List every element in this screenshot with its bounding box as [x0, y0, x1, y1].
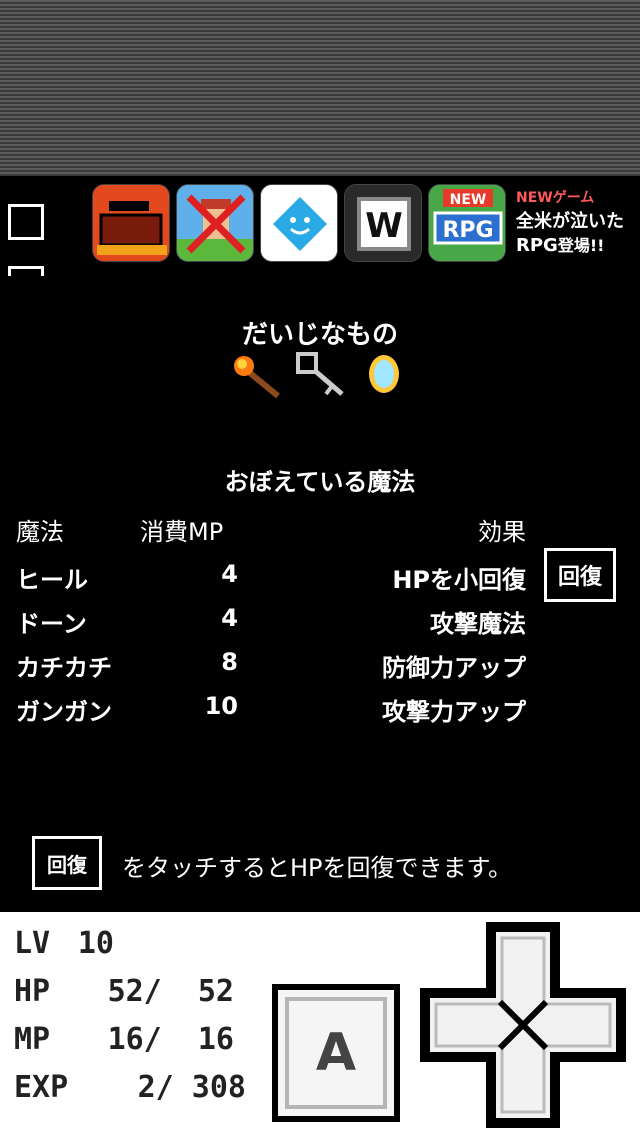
promo-new-label: NEWゲーム [516, 190, 595, 206]
spell-row-mp: 8 [221, 648, 238, 676]
svg-text:NEW: NEW [450, 192, 487, 208]
a-button[interactable]: A [272, 984, 400, 1122]
svg-text:W: W [365, 206, 403, 246]
control-panel: LV 10 HP 52/ 52 MP 16/ 16 EXP 2/ 308 A [0, 912, 640, 1136]
crossed-hero-icon[interactable] [176, 184, 254, 262]
smile-diamond-icon[interactable] [260, 184, 338, 262]
spell-row-name: ヒール [16, 566, 88, 594]
spell-row-effect: 攻撃魔法 [430, 610, 526, 638]
torch-icon [234, 356, 280, 399]
key-items-title: だいじなもの [241, 320, 398, 350]
promo-rpg: RPG [516, 235, 558, 256]
dpad-right[interactable] [550, 998, 616, 1052]
spell-row-name: ガンガン [16, 698, 112, 726]
stat-mp-value: 16/ 16 [107, 1022, 234, 1057]
promo-tagline: 全米が泣いた [516, 211, 624, 232]
spell-row-name: ドーン [16, 610, 87, 638]
spell-header-effect: 効果 [478, 518, 526, 546]
promo-suffix: 登場!! [557, 236, 605, 255]
menu-toggle-box-partial[interactable] [8, 266, 44, 276]
dpad-left[interactable] [430, 998, 496, 1052]
promo-rpg-line: RPG登場!! [516, 234, 636, 258]
spell-header-name: 魔法 [16, 518, 64, 546]
stat-mp-label: MP [14, 1022, 51, 1057]
stat-exp-value: 2/ 308 [137, 1070, 246, 1105]
spell-row-mp: 4 [221, 560, 238, 588]
promo-banner[interactable]: NEWゲーム 全米が泣いた RPG登場!! [516, 186, 636, 262]
stat-level-label: LV [14, 926, 51, 961]
stat-level-value: 10 [77, 926, 114, 961]
spell-row-effect: HPを小回復 [392, 566, 526, 594]
svg-text:RPG: RPG [442, 218, 493, 243]
dpad[interactable] [416, 918, 630, 1132]
cart-game-icon[interactable] [92, 184, 170, 262]
spell-row-mp: 4 [221, 604, 238, 632]
dpad-up[interactable] [496, 932, 550, 998]
key-items-list [230, 352, 410, 402]
key-icon [296, 352, 344, 396]
dpad-down[interactable] [496, 1052, 550, 1118]
a-button-label: A [285, 997, 387, 1109]
mirror-icon [369, 355, 399, 393]
w-app-icon[interactable]: W [344, 184, 422, 262]
stat-level: LV 10 [14, 926, 114, 962]
top-banner-area [0, 0, 640, 176]
stat-mp: MP 16/ 16 [14, 1022, 234, 1058]
hint-text: をタッチするとHPを回復できます。 [122, 854, 513, 882]
spell-row-effect: 攻撃力アップ [382, 698, 526, 726]
heal-button[interactable]: 回復 [544, 548, 616, 602]
stat-hp: HP 52/ 52 [14, 974, 234, 1010]
stat-hp-label: HP [14, 974, 51, 1009]
spells-title: おぼえている魔法 [224, 468, 416, 496]
stat-exp: EXP 2/ 308 [14, 1070, 246, 1106]
spell-row-mp: 10 [204, 692, 238, 720]
new-rpg-icon[interactable]: RPG NEW [428, 184, 506, 262]
stat-exp-label: EXP [14, 1070, 69, 1105]
spell-row-name: カチカチ [16, 654, 112, 682]
spell-row-effect: 防御力アップ [382, 654, 526, 682]
hint-heal-badge: 回復 [32, 836, 102, 890]
stat-hp-value: 52/ 52 [107, 974, 234, 1009]
spell-header-mp: 消費MP [140, 518, 224, 546]
menu-toggle-box[interactable] [8, 204, 44, 240]
